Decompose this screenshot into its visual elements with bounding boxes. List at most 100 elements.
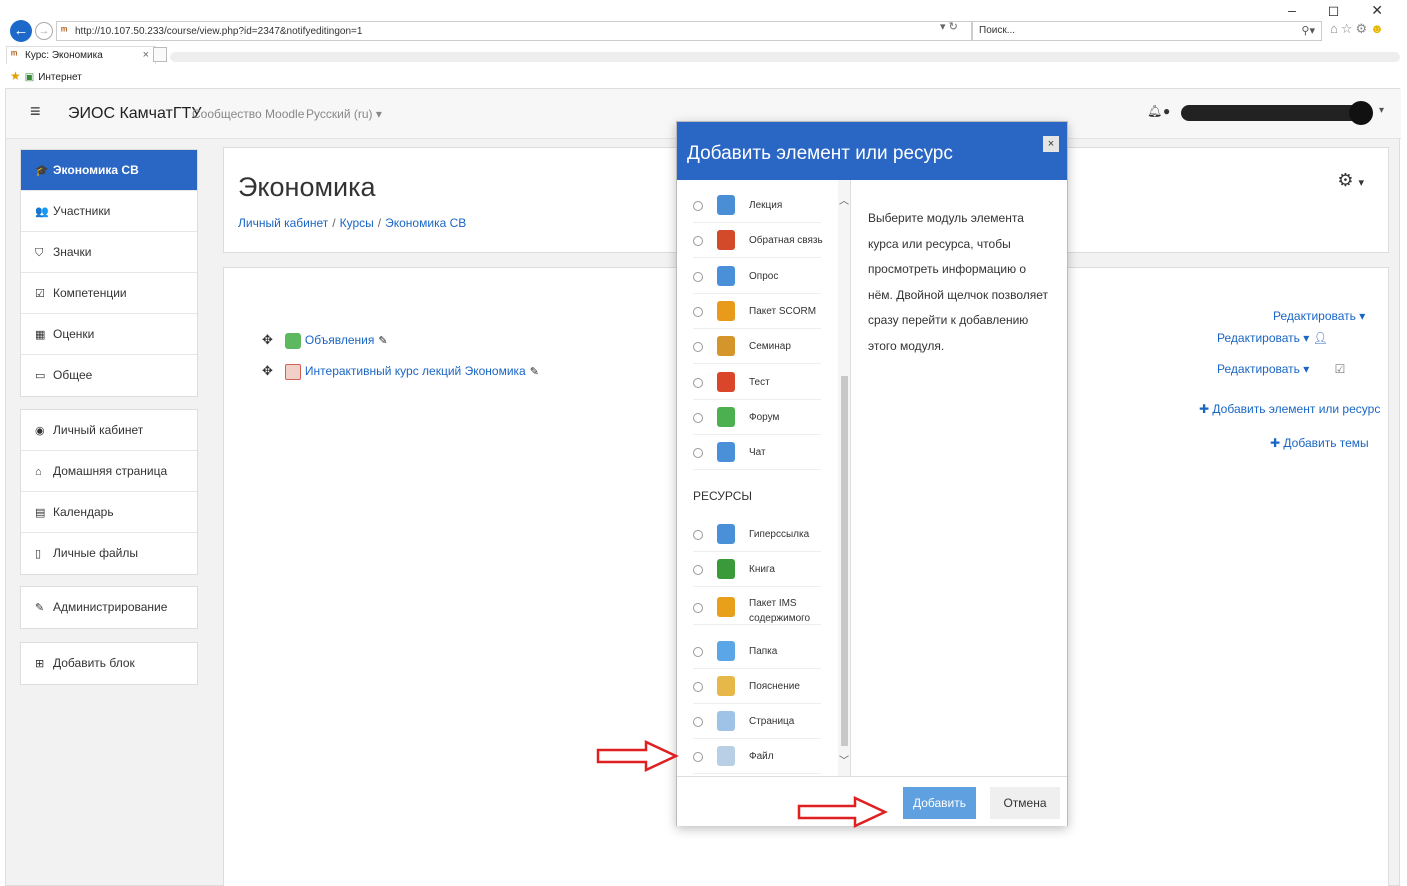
move-icon[interactable]: ✥ [262,332,273,347]
breadcrumb-item[interactable]: Экономика СВ [385,216,466,230]
file-icon [717,746,735,766]
edit-menu-link[interactable]: Редактировать ▾ [1273,309,1365,323]
sidebar-item-label: Личные файлы [53,546,138,560]
home-icon[interactable]: ⌂ [1330,21,1341,36]
sidebar-item[interactable]: ⌂ Домашняя страница [21,451,197,492]
sidebar-item-label: Оценки [53,327,95,341]
radio-button[interactable] [693,717,703,727]
cancel-button[interactable]: Отмена [990,787,1060,819]
scroll-down-icon[interactable]: ﹀ [839,752,849,767]
sidebar-item[interactable]: ✎ Администрирование [21,587,197,628]
search-input[interactable]: Поиск... ⚲▾ [972,21,1322,41]
avatar[interactable] [1349,101,1373,125]
radio-button[interactable] [693,647,703,657]
radio-button[interactable] [693,752,703,762]
redacted-username [1181,105,1359,121]
close-icon[interactable]: × [1043,136,1059,152]
browser-toolbar-icons[interactable]: ⌂☆⚙☻ [1330,21,1387,37]
course-settings-gear-icon[interactable]: ⚙ ▾ [1337,170,1364,191]
user-role-icon[interactable]: 👤︎ [1313,331,1328,345]
scorm-package-icon [717,300,735,321]
scroll-up-icon[interactable]: ︿ [839,192,849,207]
sidebar-item[interactable]: ⛉ Значки [21,232,197,273]
radio-button[interactable] [693,603,703,613]
address-bar[interactable]: ᵐ http://10.107.50.233/course/view.php?id… [56,21,972,41]
module-option[interactable]: Чат [693,435,821,471]
radio-button[interactable] [693,448,703,459]
edit-pencil-icon[interactable]: ✎ [530,366,539,378]
moodle-community-link[interactable]: Сообщество Moodle [192,107,304,121]
edit-pencil-icon[interactable]: ✎ [378,335,387,347]
site-brand[interactable]: ЭИОС КамчатГТУ [68,105,201,123]
language-menu[interactable]: Русский (ru) ▾ [306,107,382,121]
user-menu-caret-icon[interactable]: ▾ [1379,105,1384,116]
module-option[interactable]: Гиперссылка [693,517,821,552]
module-option[interactable]: Книга [693,552,821,587]
sidebar-item[interactable]: ⊞ Добавить блок [21,643,197,684]
radio-button[interactable] [693,201,703,211]
radio-button[interactable] [693,271,703,282]
module-option[interactable]: Семинар [693,329,821,365]
browser-tab[interactable]: ᵐ Курс: Экономика × [6,46,156,64]
edit-menu-link[interactable]: Редактировать ▾ ☑ [1217,362,1345,376]
favorites-label[interactable]: Интернет [38,72,82,83]
search-icon[interactable]: ⚲▾ [1301,22,1315,40]
new-tab-button[interactable] [153,47,167,62]
module-option[interactable]: Пояснение [693,669,821,704]
forward-arrow-icon[interactable]: → [35,22,53,40]
hamburger-menu-icon[interactable]: ≡ [30,101,41,122]
module-option[interactable]: Файл [693,739,821,774]
move-icon[interactable]: ✥ [262,363,273,378]
radio-button[interactable] [693,412,703,423]
add-activity-link[interactable]: ✚ Добавить элемент или ресурс [1199,402,1380,416]
sidebar-item[interactable]: 🎓 Экономика СВ [21,150,197,191]
sidebar-item[interactable]: 👥 Участники [21,191,197,232]
sidebar-item[interactable]: ▭ Общее [21,355,197,396]
search-placeholder: Поиск... [979,25,1016,36]
module-option[interactable]: Папка [693,634,821,669]
sidebar-item-label: Значки [53,245,92,259]
module-option[interactable]: Тест [693,365,821,400]
sidebar-item[interactable]: ☑ Компетенции [21,273,197,314]
radio-button[interactable] [693,565,703,575]
module-list-scrollbar[interactable]: ︿ ﹀ [838,180,850,776]
module-option-label: Гиперссылка [749,529,810,540]
activity-link[interactable]: Объявления [305,333,374,347]
add-button[interactable]: Добавить [903,787,976,819]
radio-button[interactable] [693,342,703,353]
radio-button[interactable] [693,682,703,692]
module-list[interactable]: РЕСУРСЫ Лекция Обратная связь Опрос Пакет S… [677,180,851,776]
settings-gear-icon[interactable]: ⚙ [1356,21,1371,36]
sidebar-item[interactable]: ▦ Оценки [21,314,197,355]
tab-close-icon[interactable]: × [143,47,149,63]
module-option[interactable]: Пакет SCORM [693,294,821,329]
module-option[interactable]: Лекция [693,188,821,223]
edit-menu-link[interactable]: Редактировать ▾ 👤︎ [1217,331,1328,345]
module-option[interactable]: Опрос [693,259,821,294]
refresh-icon[interactable]: ▾ ↻ [940,18,958,36]
select-checkbox-icon[interactable]: ☑ [1335,362,1346,376]
radio-button[interactable] [693,306,703,317]
module-option[interactable]: Обратная связь [693,223,823,259]
smiley-icon[interactable]: ☻ [1370,21,1387,36]
favorites-star-icon[interactable]: ☆ [1341,21,1356,36]
back-arrow-icon[interactable]: ← [10,20,32,42]
activity-link[interactable]: Интерактивный курс лекций Экономика [305,364,526,378]
breadcrumb-item[interactable]: Курсы [340,216,374,230]
sidebar-item[interactable]: ▤ Календарь [21,492,197,533]
module-option[interactable]: Пакет IMS содержимого [693,590,821,625]
breadcrumb-item[interactable]: Личный кабинет [238,216,328,230]
sidebar-item[interactable]: ▯ Личные файлы [21,533,197,574]
window-controls[interactable]: – ◻ ✕ [1288,2,1397,19]
radio-button[interactable] [693,530,703,540]
notification-bell-icon[interactable]: 🔔︎ [1147,104,1162,118]
add-topics-link[interactable]: ✚ Добавить темы [1270,436,1369,450]
module-option[interactable]: Форум [693,400,821,435]
chat-bubble-icon[interactable]: ● [1163,104,1170,118]
module-option[interactable]: Страница [693,704,821,739]
sidebar-item[interactable]: ◉ Личный кабинет [21,410,197,451]
radio-button[interactable] [693,236,703,247]
scrollbar-thumb[interactable] [841,376,848,746]
radio-button[interactable] [693,377,703,388]
favorites-star-icon[interactable]: ★ [10,69,21,83]
